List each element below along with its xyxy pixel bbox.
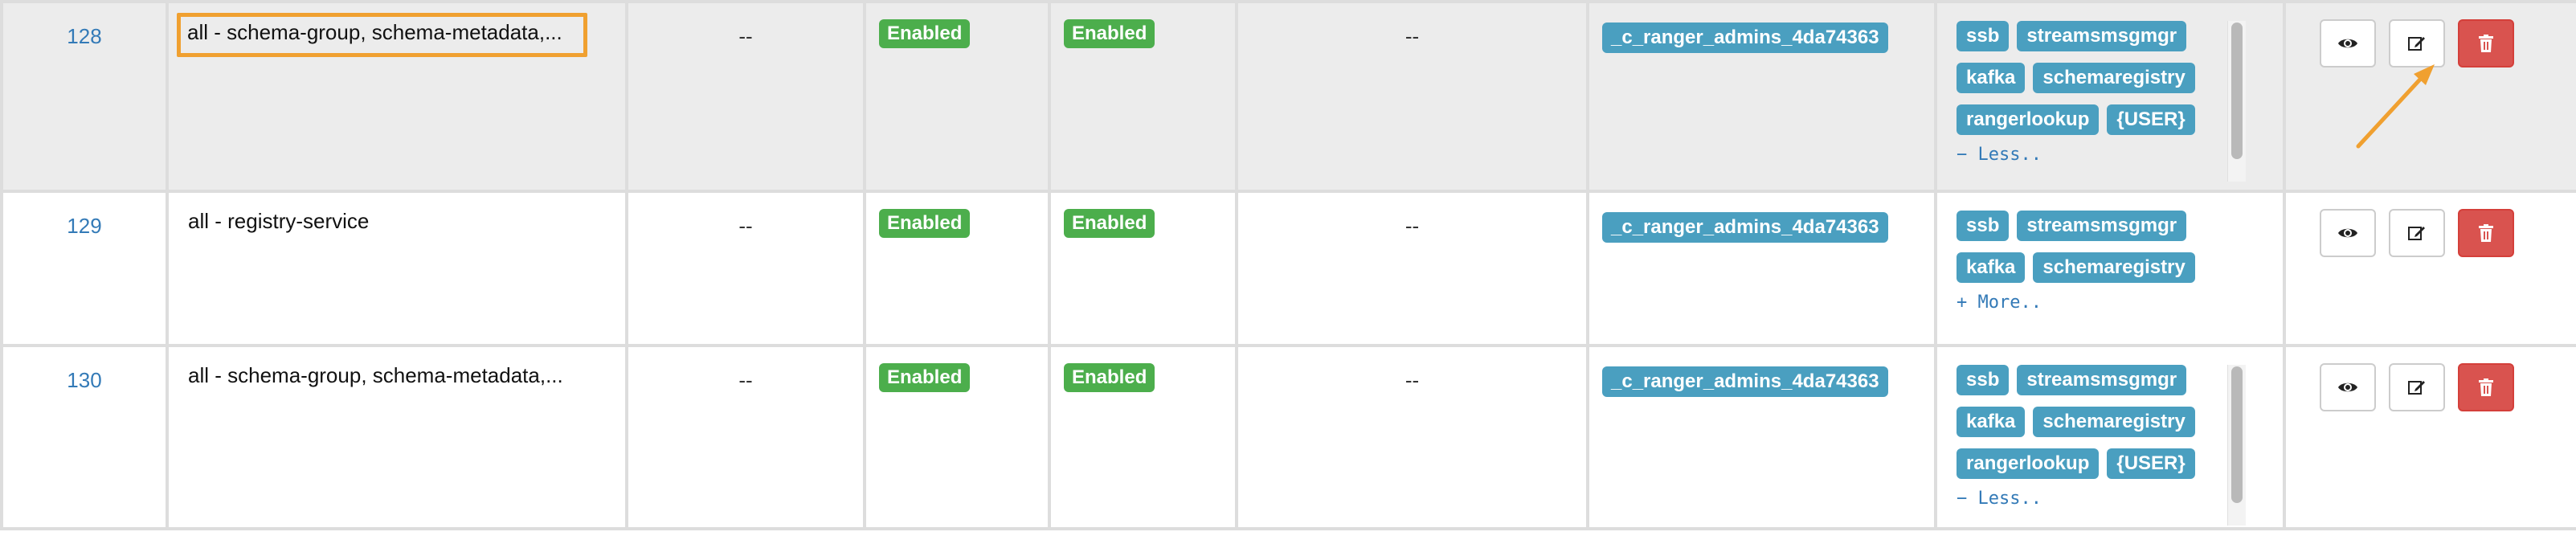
edit-button[interactable]	[2389, 19, 2445, 68]
edit-button[interactable]	[2389, 363, 2445, 411]
users-cell: ssb streamsmsgmgr kafka schemaregistry ran…	[1934, 0, 2286, 193]
actions-cell	[2283, 0, 2576, 193]
policy-name-cell: all - schema-group, schema-metadata,...	[166, 0, 628, 193]
policy-id-cell: 128	[0, 0, 169, 193]
user-badge: streamsmsgmgr	[2017, 21, 2187, 51]
audit-badge: Enabled	[1064, 19, 1155, 48]
table-row: 129 all - registry-service -- Enabled En…	[0, 190, 2576, 347]
user-badge: {USER}	[2107, 448, 2195, 479]
eye-icon	[2338, 39, 2357, 48]
policy-id-link[interactable]: 130	[16, 365, 153, 393]
policy-id-cell: 129	[0, 190, 169, 347]
users-cell: ssb streamsmsgmgr kafka schemaregistry ran…	[1934, 344, 2286, 530]
policy-labels-cell: --	[625, 0, 866, 193]
policy-id-link[interactable]: 128	[16, 21, 153, 49]
trash-icon	[2479, 378, 2493, 396]
user-tag-list[interactable]: ssb streamsmsgmgr kafka schemaregistry ran…	[1957, 21, 2246, 182]
delete-button[interactable]	[2458, 209, 2514, 257]
audit-cell: Enabled	[1048, 190, 1238, 347]
status-cell: Enabled	[863, 190, 1051, 347]
policy-id-link[interactable]: 129	[16, 211, 153, 239]
audit-badge: Enabled	[1064, 363, 1155, 392]
table-row: 128 all - schema-group, schema-metadata,…	[0, 0, 2576, 193]
user-badge: schemaregistry	[2033, 63, 2195, 93]
view-button[interactable]	[2320, 363, 2376, 411]
user-badge: {USER}	[2107, 104, 2195, 135]
status-cell: Enabled	[863, 344, 1051, 530]
user-badge: kafka	[1957, 407, 2026, 437]
view-button[interactable]	[2320, 19, 2376, 68]
roles-cell: --	[1235, 344, 1589, 530]
empty-value: --	[1405, 368, 1420, 392]
empty-value: --	[738, 214, 753, 238]
delete-button[interactable]	[2458, 19, 2514, 68]
trash-icon	[2479, 35, 2493, 52]
less-toggle-link[interactable]: − Less..	[1957, 489, 2246, 509]
policy-name-cell: all - registry-service	[166, 190, 628, 347]
empty-value: --	[738, 368, 753, 392]
roles-cell: --	[1235, 0, 1589, 193]
scroll-thumb[interactable]	[2231, 22, 2243, 159]
groups-cell: _c_ranger_admins_4da74363	[1586, 0, 1937, 193]
empty-value: --	[1405, 214, 1420, 238]
policy-name: all - schema-group, schema-metadata,...	[177, 13, 587, 57]
user-badge: schemaregistry	[2033, 252, 2195, 283]
less-toggle-link[interactable]: − Less..	[1957, 145, 2246, 165]
policy-name: all - schema-group, schema-metadata,...	[188, 363, 563, 387]
edit-icon	[2408, 227, 2425, 240]
user-tag-list[interactable]: ssb streamsmsgmgr kafka schemaregistry ran…	[1957, 365, 2246, 526]
group-badge: _c_ranger_admins_4da74363	[1602, 366, 1888, 397]
scrollbar[interactable]	[2227, 21, 2246, 182]
policy-table: 128 all - schema-group, schema-metadata,…	[0, 0, 2576, 530]
more-toggle-link[interactable]: + More..	[1957, 292, 2246, 313]
audit-badge: Enabled	[1064, 209, 1155, 238]
edit-icon	[2408, 37, 2425, 51]
user-badge: ssb	[1957, 21, 2010, 51]
policy-name-cell: all - schema-group, schema-metadata,...	[166, 344, 628, 530]
scroll-thumb[interactable]	[2231, 366, 2243, 503]
status-badge: Enabled	[879, 209, 971, 238]
policy-id-cell: 130	[0, 344, 169, 530]
edit-button[interactable]	[2389, 209, 2445, 257]
table-row: 130 all - schema-group, schema-metadata,…	[0, 344, 2576, 530]
roles-cell: --	[1235, 190, 1589, 347]
edit-icon	[2408, 381, 2425, 395]
user-badge: rangerlookup	[1957, 104, 2100, 135]
audit-cell: Enabled	[1048, 0, 1238, 193]
user-badge: rangerlookup	[1957, 448, 2100, 479]
eye-icon	[2338, 228, 2357, 238]
trash-icon	[2479, 224, 2493, 242]
user-badge: streamsmsgmgr	[2017, 365, 2187, 395]
users-cell: ssb streamsmsgmgr kafka schemaregistry + M…	[1934, 190, 2286, 347]
status-badge: Enabled	[879, 363, 971, 392]
empty-value: --	[738, 24, 753, 48]
user-badge: schemaregistry	[2033, 407, 2195, 437]
status-cell: Enabled	[863, 0, 1051, 193]
audit-cell: Enabled	[1048, 344, 1238, 530]
user-badge: kafka	[1957, 63, 2026, 93]
actions-cell	[2283, 344, 2576, 530]
view-button[interactable]	[2320, 209, 2376, 257]
group-badge: _c_ranger_admins_4da74363	[1602, 212, 1888, 243]
policy-name: all - registry-service	[188, 209, 370, 233]
groups-cell: _c_ranger_admins_4da74363	[1586, 190, 1937, 347]
actions-cell	[2283, 190, 2576, 347]
groups-cell: _c_ranger_admins_4da74363	[1586, 344, 1937, 530]
user-tag-list: ssb streamsmsgmgr kafka schemaregistry + M…	[1957, 211, 2246, 339]
group-badge: _c_ranger_admins_4da74363	[1602, 22, 1888, 53]
eye-icon	[2338, 382, 2357, 392]
scrollbar[interactable]	[2227, 365, 2246, 526]
empty-value: --	[1405, 24, 1420, 48]
policy-labels-cell: --	[625, 344, 866, 530]
policy-labels-cell: --	[625, 190, 866, 347]
status-badge: Enabled	[879, 19, 971, 48]
user-badge: streamsmsgmgr	[2017, 211, 2187, 241]
delete-button[interactable]	[2458, 363, 2514, 411]
user-badge: kafka	[1957, 252, 2026, 283]
user-badge: ssb	[1957, 365, 2010, 395]
user-badge: ssb	[1957, 211, 2010, 241]
